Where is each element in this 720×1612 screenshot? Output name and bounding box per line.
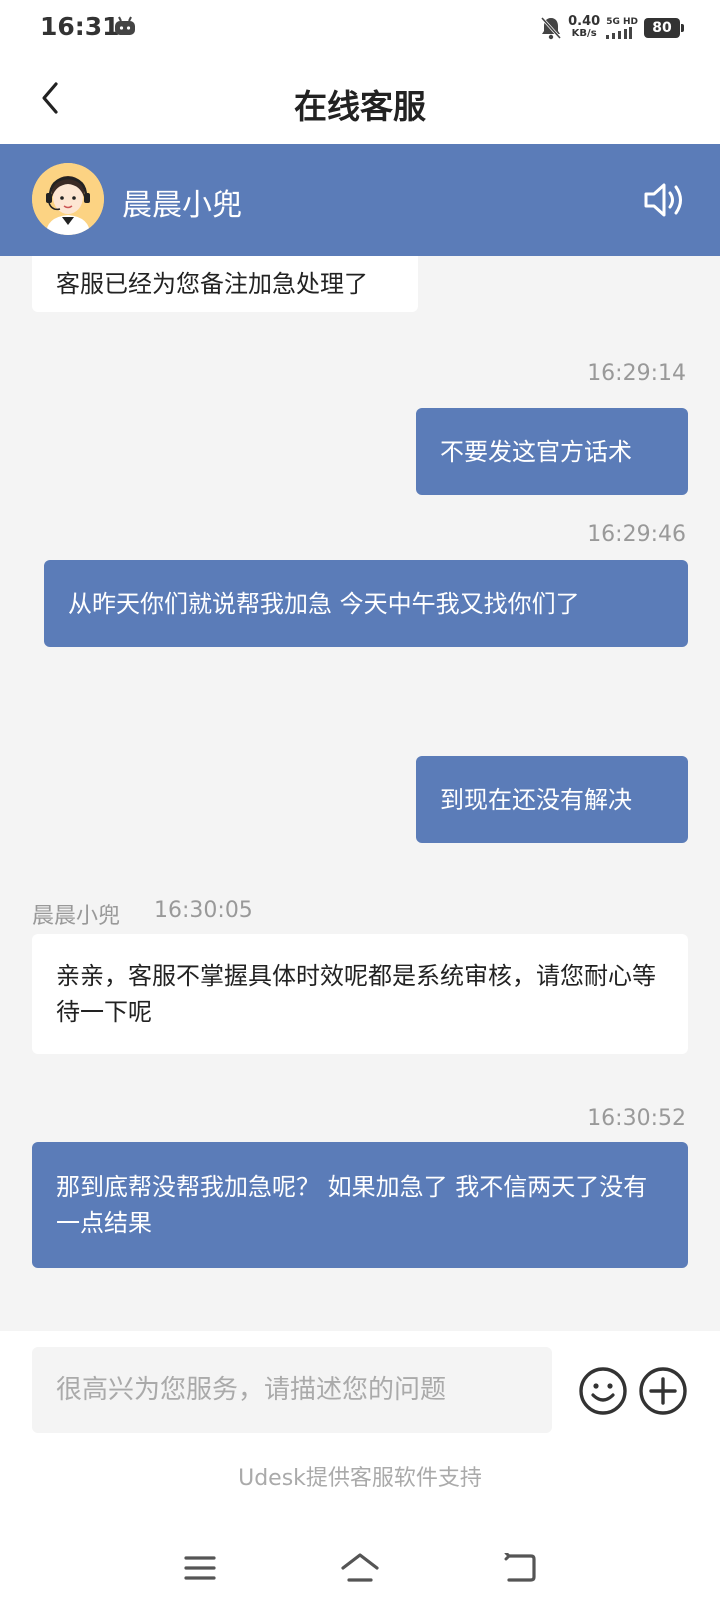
mute-bell-icon [541, 16, 562, 40]
chat-message-list[interactable]: 客服已经为您备注加急处理了 16:29:14 不要发这官方话术 16:29:46… [0, 256, 720, 1331]
agent-avatar[interactable] [32, 163, 104, 235]
signal-indicator: 5G HD [606, 17, 638, 39]
message-timestamp: 16:30:52 [587, 1106, 686, 1131]
message-sender-name: 晨晨小兜 [32, 904, 121, 929]
emoji-button[interactable] [578, 1366, 628, 1416]
message-text: 从昨天你们就说帮我加急 今天中午我又找你们了 [68, 589, 580, 618]
user-message-bubble: 到现在还没有解决 [416, 756, 688, 843]
status-time: 16:31 [40, 12, 120, 41]
net-speed-value: 0.40 [568, 14, 601, 29]
input-bar [0, 1331, 720, 1459]
message-input[interactable] [32, 1347, 552, 1433]
home-icon [341, 1553, 379, 1582]
sound-toggle-button[interactable] [642, 177, 688, 223]
message-timestamp: 16:29:46 [587, 522, 686, 547]
title-bar: 在线客服 [0, 56, 720, 144]
message-timestamp: 16:30:05 [154, 898, 253, 923]
message-text: 客服已经为您备注加急处理了 [56, 270, 368, 298]
user-message-bubble: 不要发这官方话术 [416, 408, 688, 495]
more-options-button[interactable] [638, 1366, 688, 1416]
agent-avatar-image [32, 163, 104, 235]
emoji-icon [579, 1367, 627, 1415]
app-notification-icon [115, 16, 135, 35]
message-timestamp: 16:29:14 [587, 361, 686, 386]
battery-level: 80 [652, 20, 672, 36]
message-text: 亲亲，客服不掌握具体时效呢都是系统审核，请您耐心等待一下呢 [56, 962, 656, 1026]
message-text: 到现在还没有解决 [440, 785, 632, 814]
net-speed: 0.40 KB/s [568, 14, 601, 40]
home-button[interactable] [338, 1548, 382, 1588]
network-label: 5G HD [606, 17, 638, 27]
agent-name: 晨晨小兜 [122, 188, 242, 223]
system-nav-bar [0, 1530, 720, 1612]
agent-header: 晨晨小兜 [0, 144, 720, 256]
page-title: 在线客服 [294, 87, 426, 126]
net-speed-unit: KB/s [571, 28, 597, 39]
agent-message-bubble: 客服已经为您备注加急处理了 [32, 256, 418, 312]
signal-bars-icon [606, 27, 633, 39]
message-text: 不要发这官方话术 [440, 437, 632, 466]
user-message-bubble: 那到底帮没帮我加急呢？ 如果加急了 我不信两天了没有一点结果 [32, 1142, 688, 1268]
agent-message-bubble: 亲亲，客服不掌握具体时效呢都是系统审核，请您耐心等待一下呢 [32, 934, 688, 1054]
menu-button[interactable] [178, 1548, 222, 1588]
plus-icon [639, 1367, 687, 1415]
powered-by-text: Udesk提供客服软件支持 [238, 1466, 482, 1491]
message-text: 那到底帮没帮我加急呢？ 如果加急了 我不信两天了没有一点结果 [56, 1173, 648, 1237]
back-icon [504, 1553, 536, 1582]
battery-indicator: 80 [644, 18, 684, 38]
menu-icon [184, 1556, 216, 1580]
speaker-icon [644, 183, 682, 217]
back-nav-button[interactable] [498, 1548, 542, 1588]
status-bar: 16:31 0.40 KB/s 5G HD 80 [0, 0, 720, 56]
user-message-bubble: 从昨天你们就说帮我加急 今天中午我又找你们了 [44, 560, 688, 647]
